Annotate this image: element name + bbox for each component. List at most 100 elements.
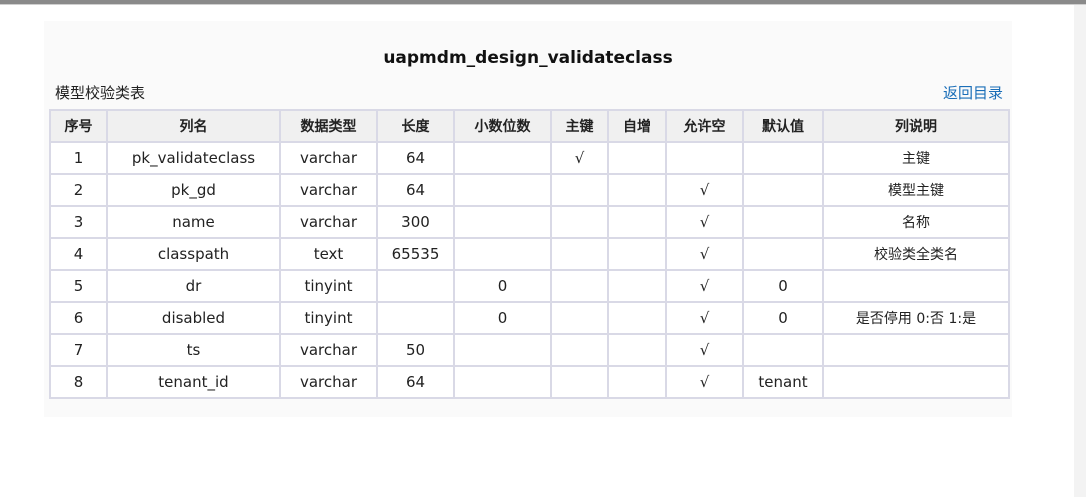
cell-decimals (453, 141, 552, 175)
cell-data-type: varchar (279, 365, 378, 399)
cell-decimals (453, 173, 552, 207)
cell-length: 300 (376, 205, 455, 239)
cell-data-type: varchar (279, 173, 378, 207)
cell-seq: 2 (49, 173, 108, 207)
cell-decimals (453, 333, 552, 367)
header-decimals: 小数位数 (453, 109, 552, 143)
cell-default: 0 (742, 269, 824, 303)
cell-remark: 名称 (822, 205, 1010, 239)
table-row: 4 classpath text 65535 √ 校验类全类名 (49, 237, 1010, 271)
table-row: 8 tenant_id varchar 64 √ tenant (49, 365, 1010, 399)
cell-decimals (453, 365, 552, 399)
header-auto-increment: 自增 (607, 109, 667, 143)
cell-default (742, 173, 824, 207)
cell-nullable: √ (665, 205, 744, 239)
cell-primary-key (550, 365, 609, 399)
cell-length: 64 (376, 173, 455, 207)
cell-seq: 3 (49, 205, 108, 239)
cell-column-name: ts (106, 333, 281, 367)
cell-nullable: √ (665, 333, 744, 367)
cell-primary-key (550, 237, 609, 271)
cell-auto-increment (607, 269, 667, 303)
table-header-row: 序号 列名 数据类型 长度 小数位数 主键 自增 允许空 默认值 列说明 (49, 109, 1010, 143)
header-primary-key: 主键 (550, 109, 609, 143)
table-row: 3 name varchar 300 √ 名称 (49, 205, 1010, 239)
cell-decimals (453, 205, 552, 239)
cell-data-type: varchar (279, 141, 378, 175)
cell-nullable (665, 141, 744, 175)
cell-nullable: √ (665, 301, 744, 335)
back-to-index-link[interactable]: 返回目录 (943, 82, 1003, 103)
cell-remark: 模型主键 (822, 173, 1010, 207)
cell-column-name: name (106, 205, 281, 239)
cell-decimals: 0 (453, 301, 552, 335)
header-default: 默认值 (742, 109, 824, 143)
cell-primary-key (550, 301, 609, 335)
cell-decimals: 0 (453, 269, 552, 303)
header-nullable: 允许空 (665, 109, 744, 143)
page-title: uapmdm_design_validateclass (383, 48, 673, 68)
table-row: 2 pk_gd varchar 64 √ 模型主键 (49, 173, 1010, 207)
cell-default (742, 333, 824, 367)
cell-length: 64 (376, 141, 455, 175)
header-seq: 序号 (49, 109, 108, 143)
cell-auto-increment (607, 237, 667, 271)
cell-nullable: √ (665, 173, 744, 207)
schema-table: 序号 列名 数据类型 长度 小数位数 主键 自增 允许空 默认值 列说明 1 p… (49, 109, 1010, 399)
header-column-name: 列名 (106, 109, 281, 143)
cell-seq: 4 (49, 237, 108, 271)
cell-length (376, 301, 455, 335)
table-row: 6 disabled tinyint 0 √ 0 是否停用 0:否 1:是 (49, 301, 1010, 335)
cell-nullable: √ (665, 237, 744, 271)
cell-data-type: tinyint (279, 301, 378, 335)
cell-data-type: text (279, 237, 378, 271)
cell-default (742, 237, 824, 271)
cell-column-name: pk_gd (106, 173, 281, 207)
vertical-scrollbar[interactable] (1074, 5, 1086, 497)
cell-auto-increment (607, 173, 667, 207)
cell-length: 64 (376, 365, 455, 399)
cell-seq: 5 (49, 269, 108, 303)
cell-default (742, 205, 824, 239)
header-length: 长度 (376, 109, 455, 143)
table-row: 7 ts varchar 50 √ (49, 333, 1010, 367)
cell-primary-key (550, 269, 609, 303)
table-row: 1 pk_validateclass varchar 64 √ 主键 (49, 141, 1010, 175)
cell-seq: 7 (49, 333, 108, 367)
cell-primary-key (550, 173, 609, 207)
cell-seq: 6 (49, 301, 108, 335)
cell-auto-increment (607, 301, 667, 335)
cell-default: 0 (742, 301, 824, 335)
cell-column-name: classpath (106, 237, 281, 271)
cell-remark: 校验类全类名 (822, 237, 1010, 271)
cell-length: 50 (376, 333, 455, 367)
table-description: 模型校验类表 (55, 84, 146, 102)
cell-data-type: varchar (279, 205, 378, 239)
cell-remark: 是否停用 0:否 1:是 (822, 301, 1010, 335)
cell-primary-key: √ (550, 141, 609, 175)
cell-remark: 主键 (822, 141, 1010, 175)
cell-length: 65535 (376, 237, 455, 271)
cell-seq: 1 (49, 141, 108, 175)
header-remark: 列说明 (822, 109, 1010, 143)
cell-default: tenant (742, 365, 824, 399)
window-top-border-shadow (0, 4, 1086, 5)
cell-auto-increment (607, 205, 667, 239)
cell-seq: 8 (49, 365, 108, 399)
cell-data-type: tinyint (279, 269, 378, 303)
cell-data-type: varchar (279, 333, 378, 367)
cell-primary-key (550, 205, 609, 239)
cell-column-name: dr (106, 269, 281, 303)
header-data-type: 数据类型 (279, 109, 378, 143)
cell-nullable: √ (665, 365, 744, 399)
cell-column-name: disabled (106, 301, 281, 335)
cell-decimals (453, 237, 552, 271)
cell-default (742, 141, 824, 175)
cell-primary-key (550, 333, 609, 367)
table-row: 5 dr tinyint 0 √ 0 (49, 269, 1010, 303)
cell-auto-increment (607, 141, 667, 175)
cell-remark (822, 365, 1010, 399)
cell-auto-increment (607, 365, 667, 399)
cell-nullable: √ (665, 269, 744, 303)
cell-remark (822, 269, 1010, 303)
